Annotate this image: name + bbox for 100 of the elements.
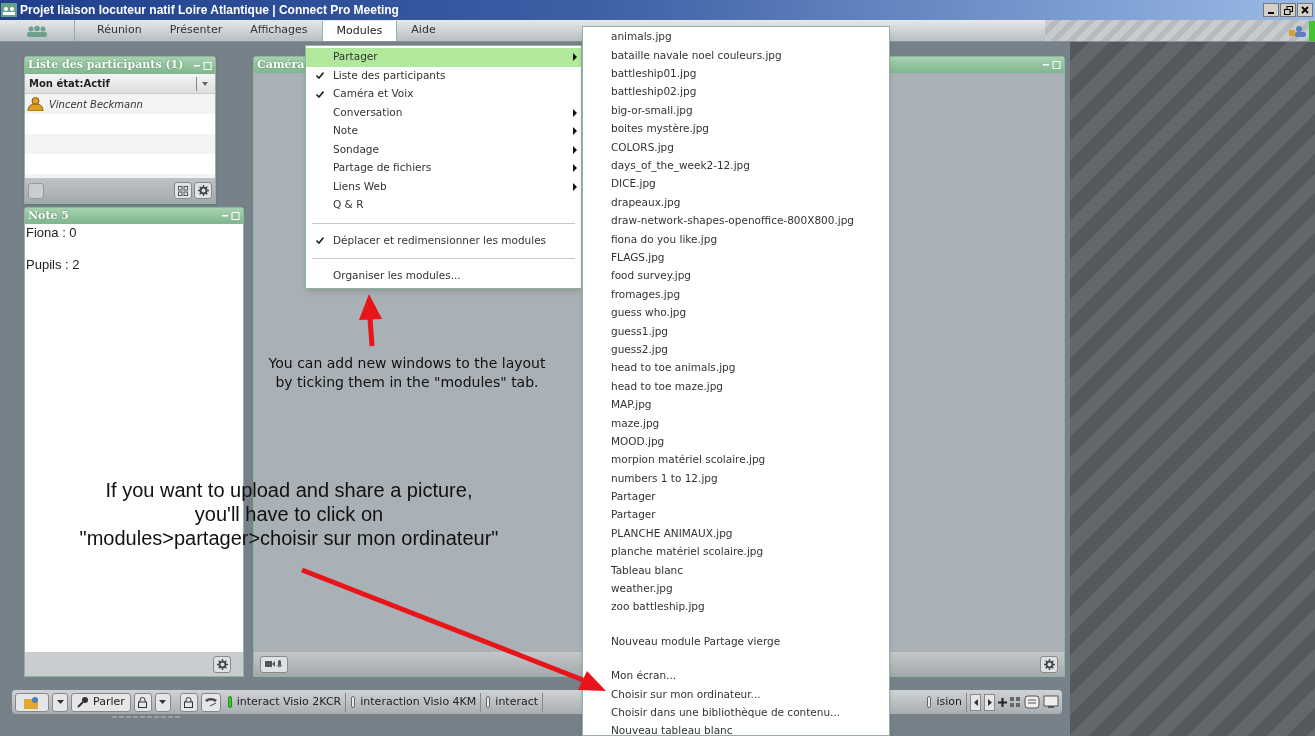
menu-item[interactable]: battleship01.jpg bbox=[583, 64, 889, 84]
menu-item[interactable]: Choisir dans une bibliothèque de contenu... bbox=[583, 703, 889, 723]
menu-item[interactable]: FLAGS.jpg bbox=[583, 248, 889, 268]
settings-button[interactable] bbox=[1040, 655, 1058, 673]
meeting-tab[interactable]: ision bbox=[923, 692, 967, 712]
menu-item[interactable]: Note bbox=[306, 122, 581, 141]
menu-item[interactable]: Partage de fichiers bbox=[306, 159, 581, 178]
talk-button[interactable]: Parler bbox=[71, 692, 131, 712]
menu-item[interactable]: Présenter bbox=[155, 20, 237, 41]
dropdown-button[interactable] bbox=[52, 692, 68, 712]
menu-item[interactable]: morpion matériel scolaire.jpg bbox=[583, 451, 889, 470]
menu-item[interactable]: guess1.jpg bbox=[583, 322, 889, 341]
monitor-icon[interactable] bbox=[1043, 695, 1059, 709]
settings-icon bbox=[197, 185, 209, 196]
right-arrow-icon bbox=[987, 698, 992, 706]
menu-item[interactable]: Aide bbox=[397, 20, 450, 41]
lock-button[interactable] bbox=[179, 692, 198, 712]
menu-item[interactable]: DICE.jpg bbox=[583, 175, 889, 194]
menu-item[interactable]: Q & R bbox=[306, 196, 581, 215]
menu-item[interactable]: Partager bbox=[306, 48, 581, 67]
menu-item[interactable]: head to toe animals.jpg bbox=[583, 359, 889, 378]
camera-mic-button[interactable] bbox=[260, 655, 288, 673]
panel-title: Note 5 bbox=[28, 207, 69, 224]
menu-item[interactable]: Mon écran... bbox=[583, 666, 889, 686]
menu-item[interactable]: Partager bbox=[583, 506, 889, 525]
menu-item[interactable]: Organiser les modules... bbox=[306, 267, 581, 286]
caret-icon bbox=[159, 700, 167, 704]
menu-item[interactable]: Sondage bbox=[306, 140, 581, 159]
settings-button[interactable] bbox=[194, 182, 212, 199]
dropdown-button[interactable] bbox=[154, 692, 171, 712]
restore-icon bbox=[1283, 5, 1293, 15]
menu-item[interactable]: weather.jpg bbox=[583, 579, 889, 599]
menu-item[interactable]: Nouveau module Partage vierge bbox=[583, 632, 889, 651]
plus-icon[interactable] bbox=[998, 697, 1007, 707]
panel-title: Caméra bbox=[257, 56, 305, 73]
menu-item[interactable]: Déplacer et redimensionner les modules bbox=[306, 231, 581, 250]
menu-item[interactable]: head to toe maze.jpg bbox=[583, 377, 889, 396]
menu-item[interactable]: MAP.jpg bbox=[583, 395, 889, 415]
folder-person-icon bbox=[24, 695, 40, 709]
menu-item[interactable]: PLANCHE ANIMAUX.jpg bbox=[583, 524, 889, 543]
annotation-arrow bbox=[359, 294, 382, 347]
menu-item[interactable]: fiona do you like.jpg bbox=[583, 230, 889, 249]
menu-item[interactable]: bataille navale noel couleurs.jpg bbox=[583, 46, 889, 65]
menu-item[interactable]: food survey.jpg bbox=[583, 267, 889, 286]
menu-item[interactable]: big-or-small.jpg bbox=[583, 101, 889, 120]
scroll-right-button[interactable] bbox=[984, 693, 995, 711]
notes-icon[interactable] bbox=[1024, 695, 1040, 709]
settings-icon bbox=[1043, 658, 1055, 670]
menu-item[interactable]: MOOD.jpg bbox=[583, 432, 889, 451]
minimize-button[interactable] bbox=[1263, 3, 1279, 17]
camera-mic-icon bbox=[265, 659, 283, 669]
menu-item[interactable]: planche matériel scolaire.jpg bbox=[583, 542, 889, 562]
lock-icon bbox=[184, 696, 194, 708]
status-dropdown[interactable]: Mon état:Actif bbox=[25, 74, 215, 94]
meeting-tab[interactable]: interact Visio 2KCR bbox=[223, 692, 347, 712]
menu-item[interactable]: Conversation bbox=[306, 103, 581, 122]
menu-item[interactable]: days_of_the_week2-12.jpg bbox=[583, 156, 889, 176]
menu-item[interactable]: COLORS.jpg bbox=[583, 138, 889, 157]
scroll-left-button[interactable] bbox=[970, 693, 981, 711]
menu-item[interactable]: maze.jpg bbox=[583, 414, 889, 433]
menu-item[interactable]: Caméra et Voix bbox=[306, 85, 581, 104]
menu-item[interactable]: Réunion bbox=[83, 20, 156, 41]
panel-title: Liste des participants (1) bbox=[28, 57, 184, 74]
menu-item[interactable]: Modules bbox=[321, 21, 398, 41]
menu-item[interactable]: fromages.jpg bbox=[583, 285, 889, 304]
grid-icon bbox=[178, 185, 188, 196]
menu-item[interactable]: numbers 1 to 12.jpg bbox=[583, 469, 889, 488]
meeting-tab[interactable]: interact bbox=[482, 692, 544, 712]
meeting-tab[interactable]: interaction Visio 4KM bbox=[347, 692, 482, 712]
menu-item[interactable]: Choisir sur mon ordinateur... bbox=[583, 685, 889, 704]
menu-item[interactable]: boites mystère.jpg bbox=[583, 119, 889, 139]
participant-name[interactable]: Vincent Beckmann bbox=[49, 96, 143, 112]
annotation-text: You can add new windows to the layout by ticking them in the "modules" tab. bbox=[267, 354, 547, 392]
menu-item[interactable]: animals.jpg bbox=[583, 28, 889, 47]
settings-button[interactable] bbox=[213, 655, 231, 673]
menu-item[interactable]: draw-network-shapes-openoffice-800X800.jpg bbox=[583, 211, 889, 231]
caret-icon bbox=[202, 81, 208, 86]
layout-button[interactable] bbox=[174, 182, 192, 199]
menu-item[interactable]: Affichages bbox=[236, 20, 322, 41]
menu-item[interactable]: guess2.jpg bbox=[583, 340, 889, 360]
caret-icon bbox=[56, 700, 64, 704]
person-icon bbox=[27, 97, 44, 111]
menu-item[interactable]: battleship02.jpg bbox=[583, 83, 889, 102]
menu-item[interactable]: drapeaux.jpg bbox=[583, 193, 889, 212]
window-title: Projet liaison locuteur natif Loire Atlantique | Connect Pro Meeting bbox=[20, 2, 399, 19]
close-button[interactable] bbox=[1297, 3, 1313, 17]
app-icon bbox=[1, 3, 17, 17]
lock-button[interactable] bbox=[133, 692, 152, 712]
menu-item[interactable]: Tableau blanc bbox=[583, 561, 889, 580]
lock-icon bbox=[138, 696, 148, 708]
menu-item[interactable]: zoo battleship.jpg bbox=[583, 598, 889, 617]
menu-item[interactable]: Nouveau tableau blanc bbox=[583, 722, 889, 735]
menu-item[interactable]: Partager bbox=[583, 487, 889, 507]
menu-item[interactable]: guess who.jpg bbox=[583, 303, 889, 323]
phone-button[interactable] bbox=[200, 692, 221, 712]
restore-button[interactable] bbox=[1280, 3, 1296, 17]
menu-item[interactable]: Liens Web bbox=[306, 177, 581, 196]
status-indicator bbox=[1309, 20, 1315, 41]
left-arrow-icon bbox=[973, 698, 978, 706]
menu-item[interactable]: Liste des participants bbox=[306, 66, 581, 85]
